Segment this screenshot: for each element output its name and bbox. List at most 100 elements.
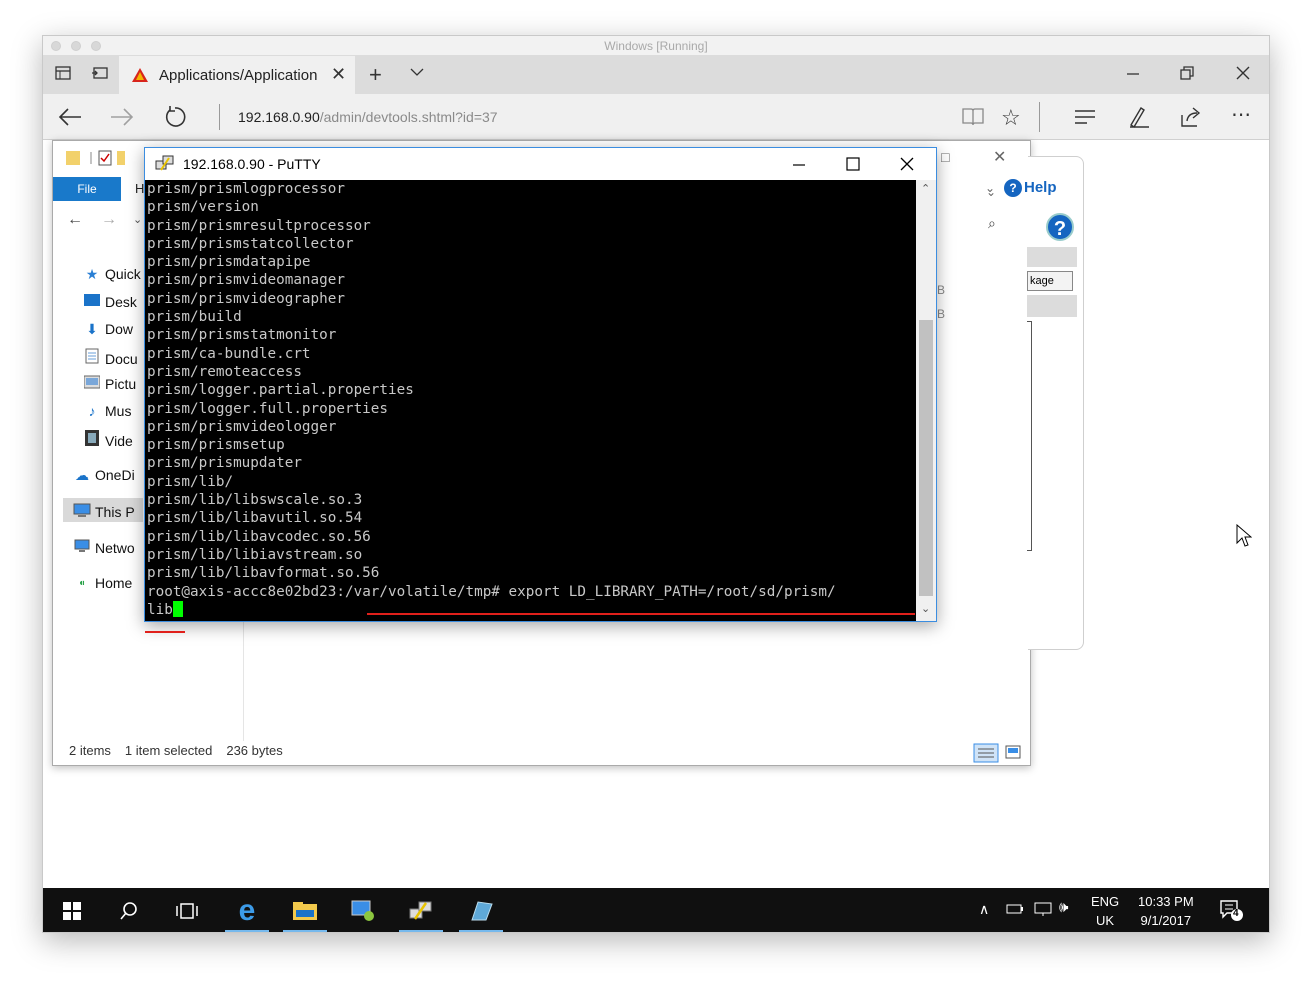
start-windows-icon[interactable] (48, 888, 96, 932)
reading-view-icon[interactable] (961, 107, 985, 132)
command-underline (367, 613, 915, 615)
terminal-line: prism/prismupdater (147, 455, 302, 472)
scroll-up-icon[interactable]: ⌃ (921, 182, 930, 195)
close-window-icon[interactable] (1235, 65, 1251, 86)
nav-onedrive[interactable]: ☁ OneDi (73, 467, 135, 484)
terminal-line: prism/prismvideomanager (147, 272, 345, 289)
vm-title-bar: Windows [Running] (43, 36, 1269, 56)
terminal-line: prism/prismlogprocessor (147, 181, 345, 197)
package-button[interactable]: kage (1027, 271, 1073, 291)
terminal-line: prism/prismsetup (147, 437, 285, 454)
file-explorer-taskbar-icon[interactable] (281, 888, 329, 932)
action-center-icon[interactable] (1219, 899, 1243, 926)
mouse-pointer-icon (1236, 523, 1253, 553)
nav-downloads[interactable]: ⬇ Dow (83, 321, 133, 338)
remote-desktop-taskbar-icon[interactable] (339, 888, 387, 932)
clock-date: 9/1/2017 (1140, 913, 1192, 928)
status-selected: 1 item selected (124, 743, 213, 758)
terminal-scrollbar[interactable]: ⌃ ⌄ (916, 180, 936, 621)
nav-pictures[interactable]: Pictu (83, 375, 136, 392)
network-icon[interactable] (1033, 901, 1053, 922)
home-ribbon-tab[interactable]: H (135, 181, 144, 196)
edge-tab[interactable]: Applications/Application ✕ (119, 56, 355, 94)
nav-homegroup[interactable]: ⁌ Home (73, 575, 133, 592)
favorite-star-icon[interactable]: ☆ (1001, 105, 1021, 131)
vm-title: Windows [Running] (604, 39, 708, 53)
set-aside-tabs-icon[interactable] (91, 65, 109, 86)
music-note-icon: ♪ (88, 403, 96, 419)
terminal-output: prism/prismlogprocessor prism/version pris… (147, 180, 916, 583)
putty-app-icon (155, 154, 175, 179)
nav-documents[interactable]: Docu (83, 348, 138, 367)
chevron-down-icon[interactable]: ⌄ (986, 185, 996, 199)
putty-minimize-icon[interactable] (791, 156, 807, 177)
volume-icon[interactable]: 🕪 (1059, 899, 1068, 916)
recent-locations-icon[interactable]: ⌄ (133, 213, 142, 226)
clock[interactable]: 10:33 PM 9/1/2017 (1138, 892, 1194, 930)
nav-music[interactable]: ♪ Mus (83, 403, 132, 419)
battery-plug-icon[interactable] (1005, 901, 1025, 922)
terminal-line: prism/lib/libiavstream.so (147, 546, 363, 563)
help-link[interactable]: Help (1024, 179, 1057, 196)
terminal-line: prism/prismdatapipe (147, 254, 311, 271)
nav-desktop[interactable]: Desk (83, 293, 137, 310)
pictures-icon (83, 375, 101, 392)
terminal-line: prism/lib/libavformat.so.56 (147, 565, 380, 582)
row-gray-bar (1027, 295, 1077, 317)
new-tab-icon[interactable]: + (369, 62, 382, 88)
keyboard-region: UK (1096, 913, 1115, 928)
putty-taskbar-icon[interactable] (397, 888, 445, 932)
file-ribbon-tab[interactable]: File (53, 177, 121, 201)
explorer-back-icon[interactable]: ← (67, 211, 83, 229)
large-icons-view-icon[interactable] (1005, 745, 1021, 764)
star-icon: ★ (85, 266, 99, 282)
terminal-line: prism/prismstatmonitor (147, 327, 337, 344)
putty-close-icon[interactable] (899, 156, 915, 177)
forward-arrow-icon[interactable] (109, 106, 135, 133)
help-question-icon[interactable]: ? (1046, 213, 1074, 241)
tab-list-icon[interactable] (55, 65, 71, 86)
show-hidden-icons-chevron-icon[interactable]: ∧ (979, 901, 989, 918)
header-gray-bar (1027, 247, 1077, 267)
putty-title-bar: 192.168.0.90 - PuTTY (145, 148, 936, 180)
input-language[interactable]: ENG UK (1091, 892, 1119, 930)
terminal[interactable]: prism/prismlogprocessor prism/version pris… (145, 180, 916, 621)
scroll-thumb[interactable] (919, 320, 933, 596)
back-arrow-icon[interactable] (57, 106, 83, 133)
prompt-command: /var/volatile/tmp# export LD_LIBRARY_PAT… (344, 583, 836, 600)
share-icon[interactable] (1179, 105, 1203, 134)
scroll-down-icon[interactable]: ⌄ (921, 602, 930, 615)
prompt-command-wrap: lib (147, 601, 173, 618)
edge-taskbar-icon[interactable]: e (223, 888, 271, 932)
putty-window: 192.168.0.90 - PuTTY prism/prismlogproce… (144, 147, 937, 633)
restore-icon[interactable] (1179, 65, 1195, 86)
nav-quick-access[interactable]: ★ Quick (83, 266, 141, 283)
putty-maximize-icon[interactable] (845, 156, 861, 177)
prompt-wrap-line: lib (147, 600, 916, 619)
web-note-pen-icon[interactable] (1127, 105, 1151, 134)
address-bar[interactable]: 192.168.0.90/admin/devtools.shtml?id=37 (219, 104, 498, 130)
search-icon[interactable] (105, 888, 153, 932)
refresh-icon[interactable] (163, 105, 187, 134)
app-taskbar-icon[interactable] (457, 888, 505, 932)
explorer-close-icon[interactable]: ✕ (993, 147, 1006, 167)
nav-this-pc[interactable]: This P (73, 503, 135, 520)
nav-network[interactable]: Netwo (73, 539, 135, 556)
details-view-icon[interactable] (973, 743, 999, 768)
close-tab-icon[interactable]: ✕ (331, 64, 346, 85)
prompt-host: root@axis-accc8e02bd23: (147, 583, 345, 600)
explorer-forward-icon[interactable]: → (101, 211, 117, 229)
more-dots-icon[interactable]: ⋯ (1231, 102, 1251, 127)
minimize-icon[interactable] (1125, 65, 1141, 86)
warning-triangle-icon (131, 67, 149, 88)
terminal-line: prism/lib/libswscale.so.3 (147, 492, 363, 509)
search-icon[interactable]: ⌕ (988, 215, 996, 232)
prompt-line: root@axis-accc8e02bd23:/var/volatile/tmp… (147, 583, 916, 601)
putty-title: 192.168.0.90 - PuTTY (183, 156, 321, 172)
task-view-icon[interactable] (163, 888, 211, 932)
explorer-restore-icon[interactable]: ☐ (940, 151, 951, 165)
chevron-down-icon[interactable] (409, 64, 425, 85)
nav-videos[interactable]: Vide (83, 430, 133, 449)
download-arrow-icon: ⬇ (86, 321, 98, 337)
hub-icon[interactable] (1073, 107, 1097, 132)
